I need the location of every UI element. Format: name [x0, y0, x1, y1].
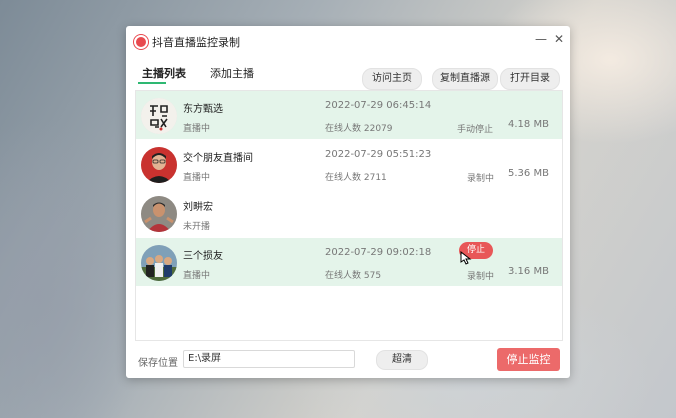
streamer-name: 刘畊宏: [183, 202, 213, 213]
tab-streamer-list[interactable]: 主播列表: [142, 65, 186, 81]
start-time: 2022-07-29 09:02:18: [325, 247, 432, 258]
copy-source-button[interactable]: 复制直播源: [432, 68, 498, 90]
save-location-input[interactable]: [183, 350, 355, 368]
live-status: 直播中: [183, 173, 211, 183]
streamer-name: 东方甄选: [183, 104, 223, 115]
list-item[interactable]: 三个损友 直播中 2022-07-29 09:02:18 在线人数 575 停止…: [136, 238, 562, 286]
active-tab-indicator: [138, 82, 166, 84]
live-status: 未开播: [183, 222, 211, 232]
avatar: [141, 147, 177, 183]
streamer-name: 三个损友: [183, 251, 223, 262]
file-size: 5.36 MB: [508, 168, 549, 179]
mouse-cursor-icon: [460, 251, 472, 265]
list-item[interactable]: 东方甄选 直播中 2022-07-29 06:45:14 在线人数 22079 …: [136, 91, 562, 139]
streamer-name: 交个朋友直播间: [183, 153, 253, 164]
app-window: 抖音直播监控录制 — ✕ 主播列表 添加主播 访问主页 复制直播源 打开目录 东…: [126, 26, 570, 378]
list-item[interactable]: 交个朋友直播间 直播中 2022-07-29 05:51:23 在线人数 271…: [136, 140, 562, 188]
record-state: 手动停止: [457, 125, 494, 135]
open-directory-button[interactable]: 打开目录: [500, 68, 560, 90]
record-app-icon: [134, 35, 148, 49]
avatar: [141, 98, 177, 134]
viewer-count: 在线人数 2711: [325, 173, 387, 183]
streamer-list[interactable]: 东方甄选 直播中 2022-07-29 06:45:14 在线人数 22079 …: [135, 90, 563, 341]
tab-add-streamer[interactable]: 添加主播: [210, 65, 254, 81]
file-size: 4.18 MB: [508, 119, 549, 130]
close-icon[interactable]: ✕: [550, 30, 568, 48]
record-state: 录制中: [467, 272, 495, 282]
live-status: 直播中: [183, 271, 211, 281]
viewer-count: 在线人数 575: [325, 271, 382, 281]
app-title: 抖音直播监控录制: [152, 36, 240, 49]
visit-home-button[interactable]: 访问主页: [362, 68, 422, 90]
save-location-label: 保存位置: [138, 358, 178, 369]
file-size: 3.16 MB: [508, 266, 549, 277]
list-item[interactable]: 刘畊宏 未开播: [136, 189, 562, 237]
quality-button[interactable]: 超清: [376, 350, 428, 370]
avatar: [141, 196, 177, 232]
minimize-icon[interactable]: —: [532, 30, 550, 48]
avatar: [141, 245, 177, 281]
stop-monitor-button[interactable]: 停止监控: [497, 348, 560, 371]
start-time: 2022-07-29 06:45:14: [325, 100, 432, 111]
live-status: 直播中: [183, 124, 211, 134]
record-state: 录制中: [467, 174, 495, 184]
viewer-count: 在线人数 22079: [325, 124, 393, 134]
title-bar: 抖音直播监控录制 — ✕: [126, 26, 570, 54]
start-time: 2022-07-29 05:51:23: [325, 149, 432, 160]
